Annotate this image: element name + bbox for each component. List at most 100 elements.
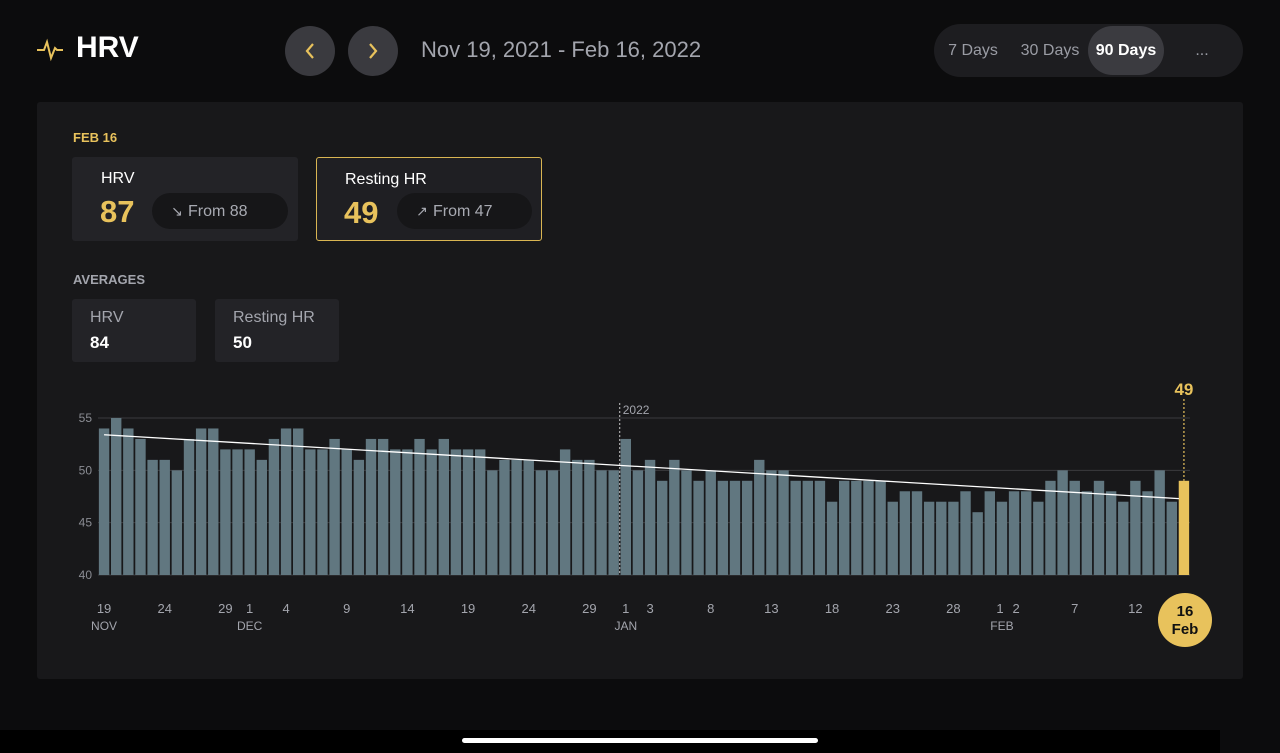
bar[interactable] (293, 428, 304, 575)
x-month-label: JAN (614, 619, 637, 633)
bar[interactable] (996, 501, 1008, 575)
bar[interactable] (1166, 501, 1177, 575)
bar[interactable] (559, 449, 571, 575)
bar[interactable] (960, 491, 971, 575)
bar[interactable] (814, 480, 826, 575)
bar[interactable] (851, 480, 862, 575)
bar[interactable] (438, 438, 449, 575)
bar[interactable] (936, 501, 947, 575)
bar[interactable] (353, 459, 365, 575)
bar[interactable] (608, 470, 619, 575)
bar[interactable] (1033, 501, 1044, 575)
bar[interactable] (887, 501, 898, 575)
bar[interactable] (414, 438, 425, 575)
bar[interactable] (450, 449, 462, 575)
bar[interactable] (729, 480, 741, 575)
bar[interactable] (195, 428, 207, 575)
bar[interactable] (511, 459, 522, 575)
bar[interactable] (669, 459, 680, 575)
bar[interactable] (475, 449, 486, 575)
bar[interactable] (159, 459, 170, 575)
selected-day-badge[interactable] (1158, 593, 1212, 647)
bar[interactable] (1154, 470, 1165, 575)
bar[interactable] (220, 449, 231, 575)
x-tick-label: 24 (157, 601, 171, 616)
x-tick-label: 18 (825, 601, 839, 616)
bar[interactable] (1008, 491, 1020, 575)
bar[interactable] (596, 470, 607, 575)
bar[interactable] (123, 428, 134, 575)
bar[interactable] (644, 459, 656, 575)
bar[interactable] (365, 438, 377, 575)
home-indicator[interactable] (462, 738, 818, 743)
bar[interactable] (377, 438, 389, 575)
bar[interactable] (863, 480, 874, 575)
bar[interactable] (183, 438, 195, 575)
bar[interactable] (208, 428, 219, 575)
bar[interactable] (693, 480, 704, 575)
bar[interactable] (741, 480, 753, 575)
bar[interactable] (232, 449, 243, 575)
bar[interactable] (547, 470, 559, 575)
bar[interactable] (1045, 480, 1056, 575)
bar[interactable] (341, 449, 352, 575)
bar[interactable] (790, 480, 801, 575)
bar[interactable] (535, 470, 547, 575)
bar[interactable] (1093, 480, 1105, 575)
bar[interactable] (462, 449, 474, 575)
bar[interactable] (244, 449, 255, 575)
bar[interactable] (778, 470, 789, 575)
bar[interactable] (499, 459, 510, 575)
bar[interactable] (899, 491, 911, 575)
bar[interactable] (923, 501, 935, 575)
bar[interactable] (329, 438, 340, 575)
bar[interactable] (1081, 491, 1093, 575)
bar[interactable] (426, 449, 437, 575)
bar[interactable] (305, 449, 316, 575)
x-tick-label: 3 (646, 601, 653, 616)
bar[interactable] (171, 470, 183, 575)
bar[interactable] (572, 459, 583, 575)
highlighted-bar[interactable] (1178, 480, 1190, 575)
bar[interactable] (317, 449, 328, 575)
bar[interactable] (402, 449, 413, 575)
bar[interactable] (839, 480, 850, 575)
bar[interactable] (584, 459, 595, 575)
bar[interactable] (972, 512, 983, 575)
bar[interactable] (717, 480, 729, 575)
bar[interactable] (632, 470, 644, 575)
bar[interactable] (657, 480, 668, 575)
bar[interactable] (147, 459, 158, 575)
bar[interactable] (948, 501, 959, 575)
bar[interactable] (1142, 491, 1153, 575)
bar[interactable] (390, 449, 401, 575)
bar[interactable] (111, 418, 122, 575)
bar[interactable] (984, 491, 995, 575)
bar[interactable] (523, 459, 534, 575)
bar[interactable] (1105, 491, 1117, 575)
x-tick-label: 23 (885, 601, 899, 616)
bar[interactable] (1057, 470, 1068, 575)
bar[interactable] (1130, 480, 1141, 575)
bar[interactable] (875, 480, 886, 575)
x-tick-label: 9 (343, 601, 350, 616)
bar[interactable] (280, 428, 292, 575)
bar[interactable] (766, 470, 777, 575)
x-month-label: DEC (237, 619, 263, 633)
bar[interactable] (705, 470, 716, 575)
bar[interactable] (1118, 501, 1129, 575)
bar[interactable] (754, 459, 765, 575)
bar[interactable] (256, 459, 267, 575)
bar[interactable] (268, 438, 280, 575)
bar[interactable] (802, 480, 813, 575)
bar[interactable] (487, 470, 498, 575)
home-indicator-bar (0, 730, 1220, 753)
bar[interactable] (681, 470, 692, 575)
bar[interactable] (135, 438, 146, 575)
bar[interactable] (826, 501, 838, 575)
bar[interactable] (98, 428, 110, 575)
bar[interactable] (1069, 480, 1080, 575)
bar[interactable] (911, 491, 923, 575)
bar[interactable] (620, 438, 631, 575)
bar[interactable] (1021, 491, 1032, 575)
